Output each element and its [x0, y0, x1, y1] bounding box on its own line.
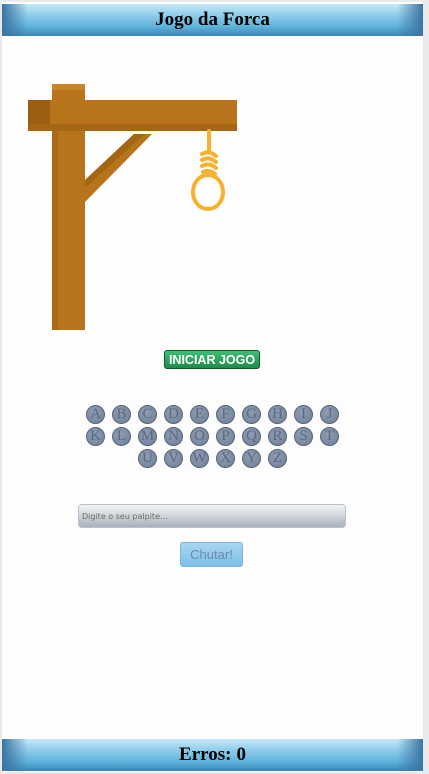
letter-key-g[interactable]: G [242, 405, 261, 424]
guess-button[interactable]: Chutar! [180, 542, 243, 567]
letter-key-q[interactable]: Q [242, 427, 261, 446]
header-bar: Jogo da Forca [2, 4, 423, 36]
letter-key-i[interactable]: I [294, 405, 313, 424]
gallows-illustration [28, 84, 237, 330]
letter-key-m[interactable]: M [138, 427, 157, 446]
letter-key-f[interactable]: F [216, 405, 235, 424]
errors-count: 0 [236, 744, 246, 765]
letter-key-j[interactable]: J [320, 405, 339, 424]
letter-key-w[interactable]: W [190, 449, 209, 468]
letter-key-n[interactable]: N [164, 427, 183, 446]
letter-key-c[interactable]: C [138, 405, 157, 424]
letter-keyboard: A B C D E F G H I J K L M N O P Q R S T … [2, 405, 423, 471]
guess-input[interactable] [78, 504, 346, 528]
gallows-brace [85, 134, 152, 202]
noose [191, 129, 225, 211]
letter-key-p[interactable]: P [216, 427, 235, 446]
letter-key-b[interactable]: B [112, 405, 131, 424]
letter-key-s[interactable]: S [294, 427, 313, 446]
keyboard-row-1: A B C D E F G H I J [2, 405, 423, 424]
game-frame: Jogo da Forca INICIAR JOGO A B C D E F G… [2, 2, 423, 772]
letter-key-k[interactable]: K [86, 427, 105, 446]
letter-key-a[interactable]: A [86, 405, 105, 424]
letter-key-x[interactable]: X [216, 449, 235, 468]
start-game-button[interactable]: INICIAR JOGO [164, 350, 260, 369]
errors-bar: Erros: 0 [2, 739, 423, 771]
letter-key-t[interactable]: T [320, 427, 339, 446]
letter-key-o[interactable]: O [190, 427, 209, 446]
letter-key-h[interactable]: H [268, 405, 287, 424]
letter-key-u[interactable]: U [138, 449, 157, 468]
letter-key-r[interactable]: R [268, 427, 287, 446]
errors-label: Erros: [179, 744, 232, 765]
letter-key-y[interactable]: Y [242, 449, 261, 468]
page-title: Jogo da Forca [155, 9, 270, 30]
letter-key-v[interactable]: V [164, 449, 183, 468]
letter-key-z[interactable]: Z [268, 449, 287, 468]
letter-key-l[interactable]: L [112, 427, 131, 446]
keyboard-row-2: K L M N O P Q R S T [2, 427, 423, 446]
letter-key-e[interactable]: E [190, 405, 209, 424]
letter-key-d[interactable]: D [164, 405, 183, 424]
keyboard-row-3: U V W X Y Z [2, 449, 423, 468]
